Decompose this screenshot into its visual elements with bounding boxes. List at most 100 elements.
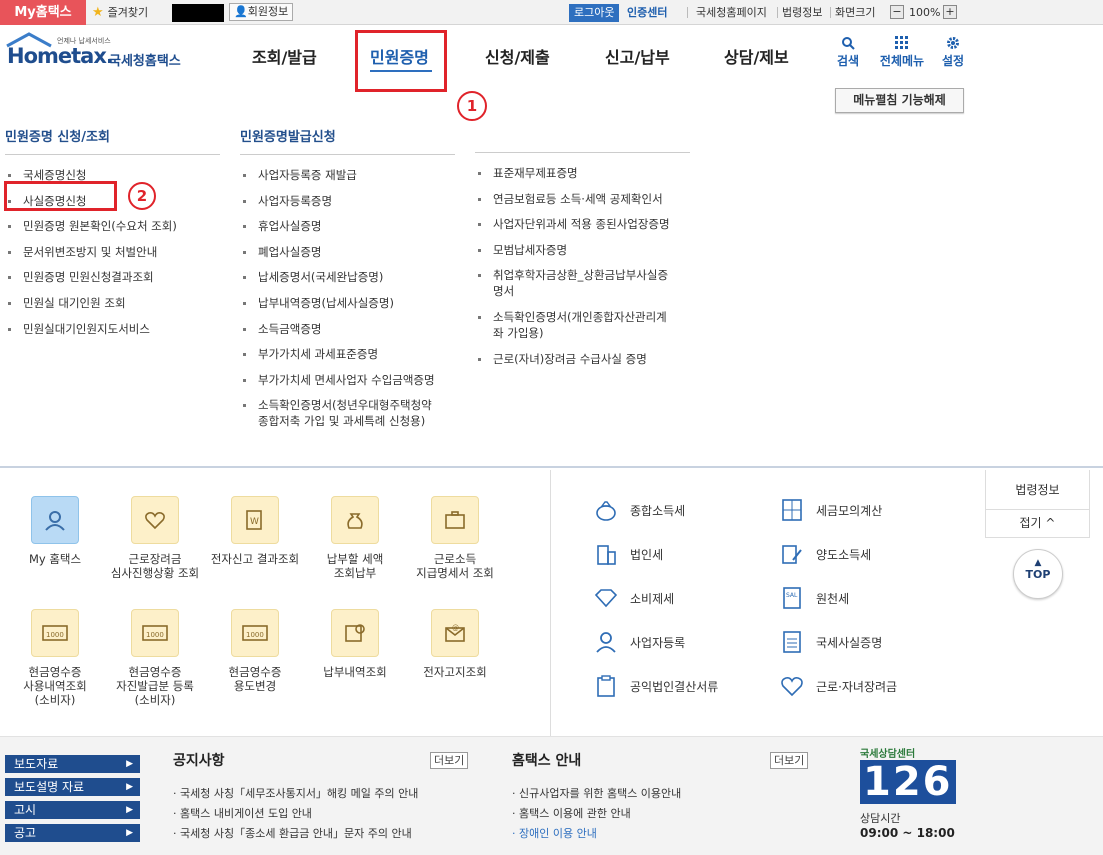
search-button[interactable]: 검색 [825,36,871,69]
tax-link-corporate[interactable]: 법인세 [592,540,663,568]
menu-item-waiting-inquiry[interactable]: 민원실 대기인원 조회 [5,295,220,311]
call-center-number: 126 [860,760,970,804]
service-payment-history[interactable]: 납부내역조회 [310,609,400,679]
menu-item-original-verify[interactable]: 민원증명 원본확인(수요처 조회) [5,218,220,234]
service-pay-tax[interactable]: 납부할 세액 조회납부 [310,496,400,580]
tax-link-transfer-income[interactable]: 양도소득세 [778,540,871,568]
menu-column-title: 민원증명 신청/조회 [5,126,220,155]
menu-item-isa-income-cert[interactable]: 소득확인증명서(개인종합자산관리계 좌 가입용) [475,309,690,341]
menu-item-biz-reg-cert[interactable]: 사업자등록증명 [240,193,455,209]
menu-item-suspension-cert[interactable]: 휴업사실증명 [240,218,455,234]
settings-button[interactable]: 설정 [930,36,976,69]
service-e-notice[interactable]: @ 전자고지조회 [410,609,500,679]
cert-center-link[interactable]: 인증센터 [627,4,667,22]
menu-item-waiting-map[interactable]: 민원실대기인원지도서비스 [5,321,220,337]
tax-link-eitc[interactable]: 근로·자녀장려금 [778,672,897,700]
nts-homepage-link[interactable]: 국세청홈페이지 [696,4,767,22]
service-my-hometax[interactable]: My 홈택스 [10,496,100,566]
scroll-top-button[interactable]: ▲ TOP [1013,549,1063,599]
envelope-at-icon: @ [431,609,479,657]
gnb-report-pay[interactable]: 신고/납부 [605,44,670,68]
guide-item[interactable]: 홈택스 이용에 관한 안내 [512,807,631,821]
menu-expand-disable-button[interactable]: 메뉴펼침 기능해제 [835,88,964,113]
guide-item[interactable]: 신규사업자를 위한 홈택스 이용안내 [512,787,681,801]
service-eitc-status[interactable]: 근로장려금 심사진행상황 조회 [110,496,200,580]
gnb-consult-report[interactable]: 상담/제보 [724,44,789,68]
search-label: 검색 [836,54,860,68]
menu-item-model-taxpayer-cert[interactable]: 모범납세자증명 [475,242,690,258]
zoom-in-button[interactable]: + [943,5,957,19]
notice-more-button[interactable]: 더보기 [430,752,469,769]
notice-item[interactable]: 홈택스 내비게이션 도입 안내 [173,807,312,821]
screen-size-label: 화면크기 [835,6,876,19]
menu-item-result-inquiry[interactable]: 민원증명 민원신청결과조회 [5,269,220,285]
logout-button[interactable]: 로그아웃 [569,4,620,22]
law-info-link[interactable]: 법령정보 [782,4,822,22]
chevron-right-icon: ▶ [126,782,133,792]
tax-link-comprehensive-income[interactable]: 종합소득세 [592,496,685,524]
menu-item-income-cert[interactable]: 소득금액증명 [240,321,455,337]
menu-column-issue: 민원증명발급신청 사업자등록증 재발급 사업자등록증명 휴업사실증명 폐업사실증… [240,126,455,439]
clipboard-icon [592,672,620,700]
menu-item-biz-reg-reissue[interactable]: 사업자등록증 재발급 [240,167,455,183]
service-label: My 홈택스 [28,552,82,566]
menu-item-unit-tax-cert[interactable]: 사업자단위과세 적용 종된사업장증명 [475,216,690,232]
service-cash-receipt-change[interactable]: 1000 현금영수증 용도변경 [210,609,300,693]
guide-more-button[interactable]: 더보기 [770,752,809,769]
document-won-icon: W [231,496,279,544]
menu-item-youth-housing-cert[interactable]: 소득확인증명서(청년우대형주택청약 종합저축 가입 및 과세특례 신청용) [240,397,455,429]
press-release-link[interactable]: 보도자료 ▶ [5,755,140,773]
service-e-filing-result[interactable]: W 전자신고 결과조회 [210,496,300,566]
menu-item-financial-statement-cert[interactable]: 표준재무제표증명 [475,165,690,181]
tax-link-simulator[interactable]: 세금모의계산 [778,496,882,524]
salary-slip-icon: SAL [778,584,806,612]
svg-text:W: W [250,517,259,527]
tax-link-excise[interactable]: 소비제세 [592,584,674,612]
favorites-link[interactable]: ★ 즐겨찾기 [92,5,148,21]
tax-link-business-registration[interactable]: 사업자등록 [592,628,685,656]
notice-item[interactable]: 국세청 사칭「세무조사통지서」해킹 메일 주의 안내 [173,787,418,801]
my-hometax-button[interactable]: My홈택스 [0,0,86,25]
menu-item-vat-exempt-cert[interactable]: 부가가치세 면세사업자 수입금액증명 [240,372,455,388]
menu-item-forgery-prevention[interactable]: 문서위변조방지 및 처벌안내 [5,244,220,260]
service-cash-receipt-history[interactable]: 1000 현금영수증 사용내역조회 (소비자) [10,609,100,707]
service-cash-receipt-register[interactable]: 1000 현금영수증 자진발급분 등록 (소비자) [110,609,200,707]
gnb-apply-submit[interactable]: 신청/제출 [485,44,550,68]
all-menu-button[interactable]: 전체메뉴 [872,36,932,69]
hometax-logo[interactable]: 언제나 납세서비스 Hometax. 국세청홈택스 [5,32,190,72]
svg-text:1000: 1000 [146,631,164,639]
menu-item-eitc-receipt-cert[interactable]: 근로(자녀)장려금 수급사실 증명 [475,351,690,367]
service-label: 현금영수증 사용내역조회 (소비자) [23,665,87,707]
document-pen-icon [778,540,806,568]
menu-column-title-empty [475,126,690,153]
hours-label: 상담시간 [860,812,901,825]
menu-item-student-loan-cert[interactable]: 취업후학자금상환_상환금납부사실증 명서 [475,267,690,299]
side-fold-button[interactable]: 접기 ^ [985,510,1090,538]
menu-item-payment-history-cert[interactable]: 납부내역증명(납세사실증명) [240,295,455,311]
tax-link-label: 공익법인결산서류 [630,679,719,694]
menu-item-pension-deduction-cert[interactable]: 연금보험료등 소득·세액 공제확인서 [475,191,690,207]
public-notice-link[interactable]: 공고 ▶ [5,824,140,842]
press-explanation-link[interactable]: 보도설명 자료 ▶ [5,778,140,796]
tax-link-withholding[interactable]: SAL 원천세 [778,584,849,612]
announcement-link[interactable]: 고시 ▶ [5,801,140,819]
search-icon [825,36,871,52]
hours-value: 09:00 ~ 18:00 [860,826,955,840]
press-explanation-label: 보도설명 자료 [14,780,85,794]
callout-step-1: 1 [457,91,487,121]
service-label: 전자신고 결과조회 [210,552,300,566]
menu-item-tax-payment-cert[interactable]: 납세증명서(국세완납증명) [240,269,455,285]
notice-item[interactable]: 국세청 사칭「종소세 환급금 안내」문자 주의 안내 [173,827,412,841]
menu-item-closure-cert[interactable]: 폐업사실증명 [240,244,455,260]
side-law-info-button[interactable]: 법령정보 [985,470,1090,510]
chevron-right-icon: ▶ [126,828,133,838]
zoom-out-button[interactable]: − [890,5,904,19]
tax-link-fact-cert[interactable]: 국세사실증명 [778,628,882,656]
service-wage-statement[interactable]: 근로소득 지급명세서 조회 [410,496,500,580]
member-info-button[interactable]: 👤회원정보 [229,3,294,21]
gnb-inquiry-issue[interactable]: 조회/발급 [252,44,317,68]
briefcase-won-icon [431,496,479,544]
guide-item[interactable]: 장애인 이용 안내 [512,827,597,841]
tax-link-public-interest[interactable]: 공익법인결산서류 [592,672,718,700]
menu-item-vat-base-cert[interactable]: 부가가치세 과세표준증명 [240,346,455,362]
